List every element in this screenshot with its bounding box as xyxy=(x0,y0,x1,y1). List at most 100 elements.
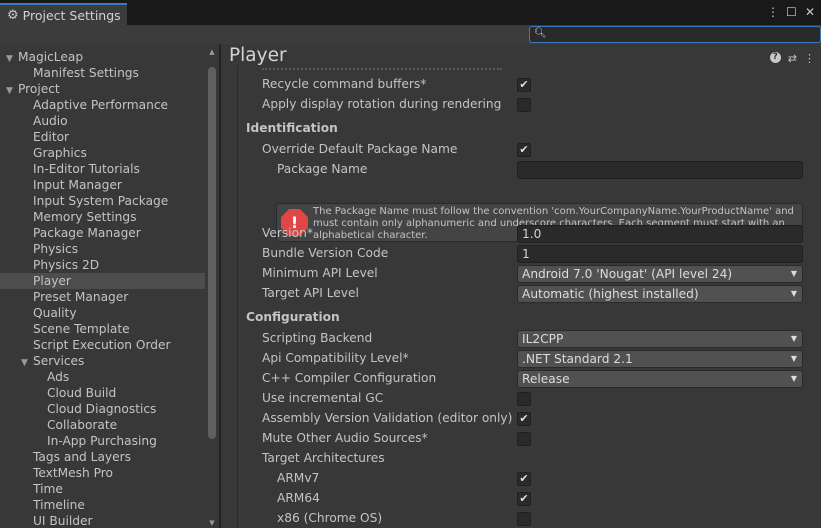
settings-sidebar: ▼ MagicLeap Manifest Settings ▼ Project Adapt… xyxy=(0,44,219,528)
checkmark-icon: ✔ xyxy=(519,492,529,505)
sidebar-item-adaptive-performance[interactable]: Adaptive Performance xyxy=(33,97,168,113)
scroll-down-arrow-icon[interactable]: ▼ xyxy=(208,519,216,527)
chevron-down-icon: ▼ xyxy=(790,334,797,343)
sidebar-item-physics-2d[interactable]: Physics 2D xyxy=(33,257,99,273)
search-field[interactable]: 🔍︎ xyxy=(529,26,821,43)
target-api-level-dropdown[interactable]: Automatic (highest installed) ▼ xyxy=(517,285,803,303)
package-name-field[interactable] xyxy=(517,161,803,179)
more-options-icon[interactable]: ⋮ xyxy=(767,5,779,19)
setting-label: Override Default Package Name xyxy=(262,142,458,156)
preset-icon[interactable]: ⇄ xyxy=(788,52,797,65)
setting-label: Target API Level xyxy=(262,286,359,300)
sidebar-item-tags-and-layers[interactable]: Tags and Layers xyxy=(33,449,131,465)
setting-label: Package Name xyxy=(277,162,368,176)
arm64-checkbox[interactable]: ✔ xyxy=(517,492,531,506)
sidebar-item-cloud-diagnostics[interactable]: Cloud Diagnostics xyxy=(47,401,156,417)
override-default-package-name-checkbox[interactable]: ✔ xyxy=(517,143,531,157)
sidebar-item-audio[interactable]: Audio xyxy=(33,113,68,129)
armv7-checkbox[interactable]: ✔ xyxy=(517,472,531,486)
expand-arrow-icon[interactable]: ▼ xyxy=(6,51,18,67)
sidebar-item-cloud-build[interactable]: Cloud Build xyxy=(47,385,116,401)
sidebar-item-label: Memory Settings xyxy=(33,210,137,224)
sidebar-item-preset-manager[interactable]: Preset Manager xyxy=(33,289,128,305)
sidebar-item-memory-settings[interactable]: Memory Settings xyxy=(33,209,136,225)
sidebar-item-player[interactable]: Player xyxy=(0,273,205,289)
section-identification: Identification xyxy=(246,121,338,135)
close-icon[interactable]: ✕ xyxy=(805,5,815,19)
sidebar-scroll-thumb[interactable] xyxy=(208,67,216,439)
sidebar-item-graphics[interactable]: Graphics xyxy=(33,145,87,161)
sidebar-item-label: Script Execution Order xyxy=(33,338,171,352)
use-incremental-gc-checkbox[interactable] xyxy=(517,392,531,406)
setting-label: Bundle Version Code xyxy=(262,246,389,260)
help-icon[interactable]: ? xyxy=(769,52,781,63)
bundle-version-code-field[interactable]: 1 xyxy=(517,245,803,263)
expand-arrow-icon[interactable]: ▼ xyxy=(21,355,33,371)
chevron-down-icon: ▼ xyxy=(790,289,797,298)
sidebar-item-package-manager[interactable]: Package Manager xyxy=(33,225,141,241)
assembly-version-validation-editor-only-checkbox[interactable]: ✔ xyxy=(517,412,531,426)
sidebar-item-label: In-App Purchasing xyxy=(47,434,157,448)
sidebar-item-project[interactable]: ▼ Project xyxy=(6,81,60,97)
apply-display-rotation-during-rendering-checkbox[interactable] xyxy=(517,98,531,112)
scripting-backend-dropdown[interactable]: IL2CPP ▼ xyxy=(517,330,803,348)
sidebar-item-editor[interactable]: Editor xyxy=(33,129,69,145)
search-input[interactable] xyxy=(546,27,816,42)
recycle-command-buffers-checkbox[interactable]: ✔ xyxy=(517,78,531,92)
sidebar-item-input-system-package[interactable]: Input System Package xyxy=(33,193,168,209)
checkmark-icon: ✔ xyxy=(519,412,529,425)
sidebar-item-time[interactable]: Time xyxy=(33,481,63,497)
tab-project-settings[interactable]: ⚙ Project Settings xyxy=(0,3,127,25)
sidebar-item-in-editor-tutorials[interactable]: In-Editor Tutorials xyxy=(33,161,140,177)
sidebar-item-scene-template[interactable]: Scene Template xyxy=(33,321,130,337)
sidebar-item-label: Physics 2D xyxy=(33,258,100,272)
sidebar-item-in-app-purchasing[interactable]: In-App Purchasing xyxy=(47,433,157,449)
sidebar-item-ads[interactable]: Ads xyxy=(47,369,69,385)
sidebar-item-magicleap[interactable]: ▼ MagicLeap xyxy=(6,49,83,65)
sidebar-item-label: Timeline xyxy=(33,498,85,512)
sidebar-item-physics[interactable]: Physics xyxy=(33,241,78,257)
chevron-down-icon: ▼ xyxy=(790,269,797,278)
sidebar-item-collaborate[interactable]: Collaborate xyxy=(47,417,117,433)
sidebar-item-timeline[interactable]: Timeline xyxy=(33,497,85,513)
sidebar-item-textmesh-pro[interactable]: TextMesh Pro xyxy=(33,465,113,481)
setting-row-recycle-command-buffers: Recycle command buffers* ✔ xyxy=(238,75,807,95)
sidebar-item-quality[interactable]: Quality xyxy=(33,305,77,321)
sidebar-item-ui-builder[interactable]: UI Builder xyxy=(33,513,93,528)
version-field[interactable]: 1.0 xyxy=(517,225,803,243)
tab-title: Project Settings xyxy=(22,7,121,23)
checkmark-icon: ✔ xyxy=(519,143,529,156)
sidebar-item-label: Input Manager xyxy=(33,178,122,192)
sidebar-item-manifest-settings[interactable]: Manifest Settings xyxy=(33,65,139,81)
sidebar-item-label: Manifest Settings xyxy=(33,66,139,80)
setting-row-arm64: ARM64 ✔ xyxy=(238,489,807,509)
sidebar-item-script-execution-order[interactable]: Script Execution Order xyxy=(33,337,171,353)
inspector-panel: Player ? ⇄ ⋮ Recycle command buffers* ✔ Ap… xyxy=(221,44,821,528)
scroll-up-arrow-icon[interactable]: ▲ xyxy=(208,48,216,56)
setting-label: Scripting Backend xyxy=(262,331,373,345)
setting-row-assembly-version-validation-editor-only: Assembly Version Validation (editor only… xyxy=(238,409,807,429)
sidebar-item-label: Graphics xyxy=(33,146,87,160)
sidebar-item-input-manager[interactable]: Input Manager xyxy=(33,177,122,193)
setting-row-version: Version* 1.0 xyxy=(238,224,807,244)
sidebar-item-services[interactable]: ▼ Services xyxy=(21,353,84,369)
c-compiler-configuration-dropdown[interactable]: Release ▼ xyxy=(517,370,803,388)
sidebar-item-label: Cloud Diagnostics xyxy=(47,402,157,416)
expand-arrow-icon[interactable]: ▼ xyxy=(6,83,18,99)
more-options-icon[interactable]: ⋮ xyxy=(804,52,815,65)
dropdown-value: .NET Standard 2.1 xyxy=(522,352,633,366)
sidebar-item-label: Project xyxy=(18,82,60,96)
setting-row-target-architectures: Target Architectures xyxy=(238,449,807,469)
setting-label: Minimum API Level xyxy=(262,266,378,280)
setting-label: ARM64 xyxy=(277,491,320,505)
setting-label: Assembly Version Validation (editor only… xyxy=(262,411,513,425)
mute-other-audio-sources-checkbox[interactable] xyxy=(517,432,531,446)
sidebar-item-label: Time xyxy=(33,482,63,496)
minimum-api-level-dropdown[interactable]: Android 7.0 'Nougat' (API level 24) ▼ xyxy=(517,265,803,283)
setting-row-override-default-package-name: Override Default Package Name ✔ xyxy=(238,140,807,160)
maximize-icon[interactable]: ☐ xyxy=(786,5,797,19)
sidebar-item-label: Collaborate xyxy=(47,418,118,432)
api-compatibility-level-dropdown[interactable]: .NET Standard 2.1 ▼ xyxy=(517,350,803,368)
x86-chrome-os-checkbox[interactable] xyxy=(517,512,531,526)
sidebar-item-label: MagicLeap xyxy=(18,50,84,64)
